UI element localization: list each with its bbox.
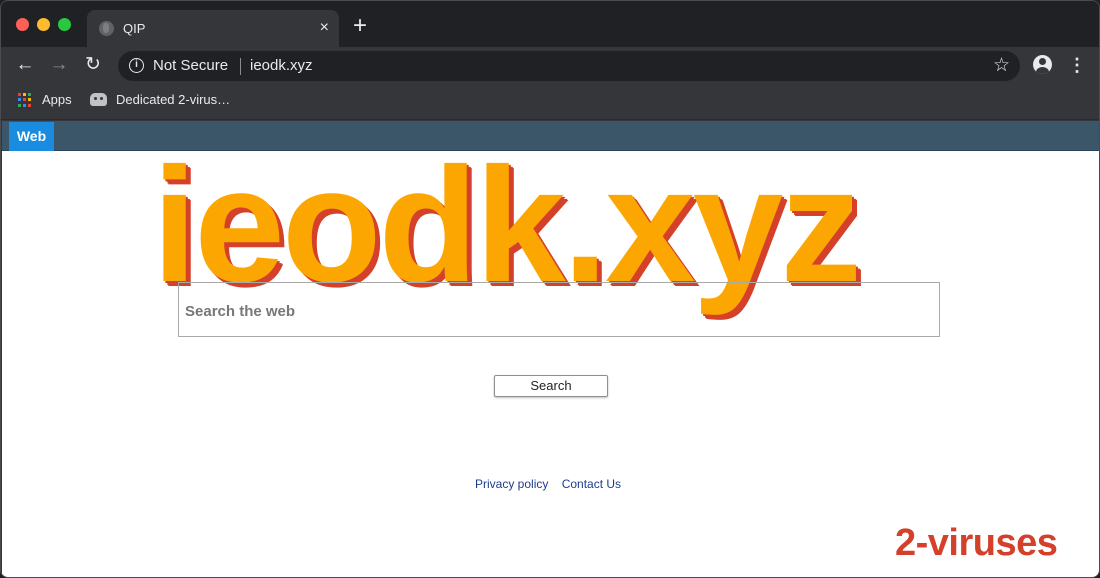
apps-dot bbox=[28, 93, 31, 96]
back-arrow-icon[interactable]: ← bbox=[13, 53, 37, 77]
tab-strip: QIP × + bbox=[1, 1, 1099, 47]
privacy-policy-link[interactable]: Privacy policy bbox=[475, 477, 548, 491]
bookmark-item[interactable]: Dedicated 2-virus… bbox=[116, 92, 230, 107]
forward-arrow-icon[interactable]: → bbox=[47, 53, 71, 77]
tab-close-icon[interactable]: × bbox=[320, 18, 329, 38]
zoom-window-button[interactable] bbox=[58, 18, 71, 31]
address-bar[interactable]: i Not Secure ieodk.xyz ☆ bbox=[118, 51, 1020, 81]
search-input[interactable] bbox=[185, 300, 925, 322]
apps-dot bbox=[23, 93, 26, 96]
tab-web[interactable]: Web bbox=[9, 122, 54, 151]
browser-window: QIP × + ← → ↻ i Not Secure ieodk.xyz ☆ ⋮… bbox=[0, 0, 1100, 578]
star-icon[interactable]: ☆ bbox=[993, 54, 1010, 77]
reload-icon[interactable]: ↻ bbox=[81, 53, 105, 77]
apps-dot bbox=[23, 103, 26, 107]
apps-dot bbox=[28, 103, 31, 107]
apps-icon[interactable] bbox=[18, 93, 32, 107]
omnibox-divider bbox=[240, 58, 241, 75]
menu-icon[interactable]: ⋮ bbox=[1067, 53, 1087, 77]
apps-dot bbox=[18, 93, 21, 96]
bookmark-apps[interactable]: Apps bbox=[42, 92, 72, 107]
new-tab-icon[interactable]: + bbox=[353, 14, 367, 38]
footer-links: Privacy policy Contact Us bbox=[475, 477, 631, 491]
search-button[interactable]: Search bbox=[494, 375, 608, 397]
browser-tab[interactable]: QIP × bbox=[87, 10, 339, 47]
bookmark-favicon-icon[interactable] bbox=[90, 93, 107, 106]
search-box[interactable] bbox=[178, 282, 940, 337]
tab-title: QIP bbox=[123, 21, 146, 36]
apps-dot bbox=[18, 103, 21, 107]
bookmarks-bar: Apps Dedicated 2-virus… bbox=[1, 84, 1099, 120]
watermark: 2-viruses bbox=[895, 522, 1058, 564]
apps-dot bbox=[18, 98, 21, 102]
url-text[interactable]: ieodk.xyz bbox=[250, 57, 313, 74]
minimize-window-button[interactable] bbox=[37, 18, 50, 31]
apps-dot bbox=[23, 98, 26, 102]
security-label[interactable]: Not Secure bbox=[153, 57, 228, 74]
globe-favicon-icon bbox=[99, 21, 114, 36]
contact-us-link[interactable]: Contact Us bbox=[562, 477, 621, 491]
web-page: Web ieodk.xyz Search Privacy policy Cont… bbox=[2, 121, 1099, 577]
info-icon[interactable]: i bbox=[129, 58, 144, 73]
browser-toolbar: ← → ↻ i Not Secure ieodk.xyz ☆ ⋮ bbox=[1, 47, 1099, 84]
close-window-button[interactable] bbox=[16, 18, 29, 31]
apps-dot bbox=[28, 98, 31, 102]
profile-icon[interactable] bbox=[1033, 55, 1052, 74]
